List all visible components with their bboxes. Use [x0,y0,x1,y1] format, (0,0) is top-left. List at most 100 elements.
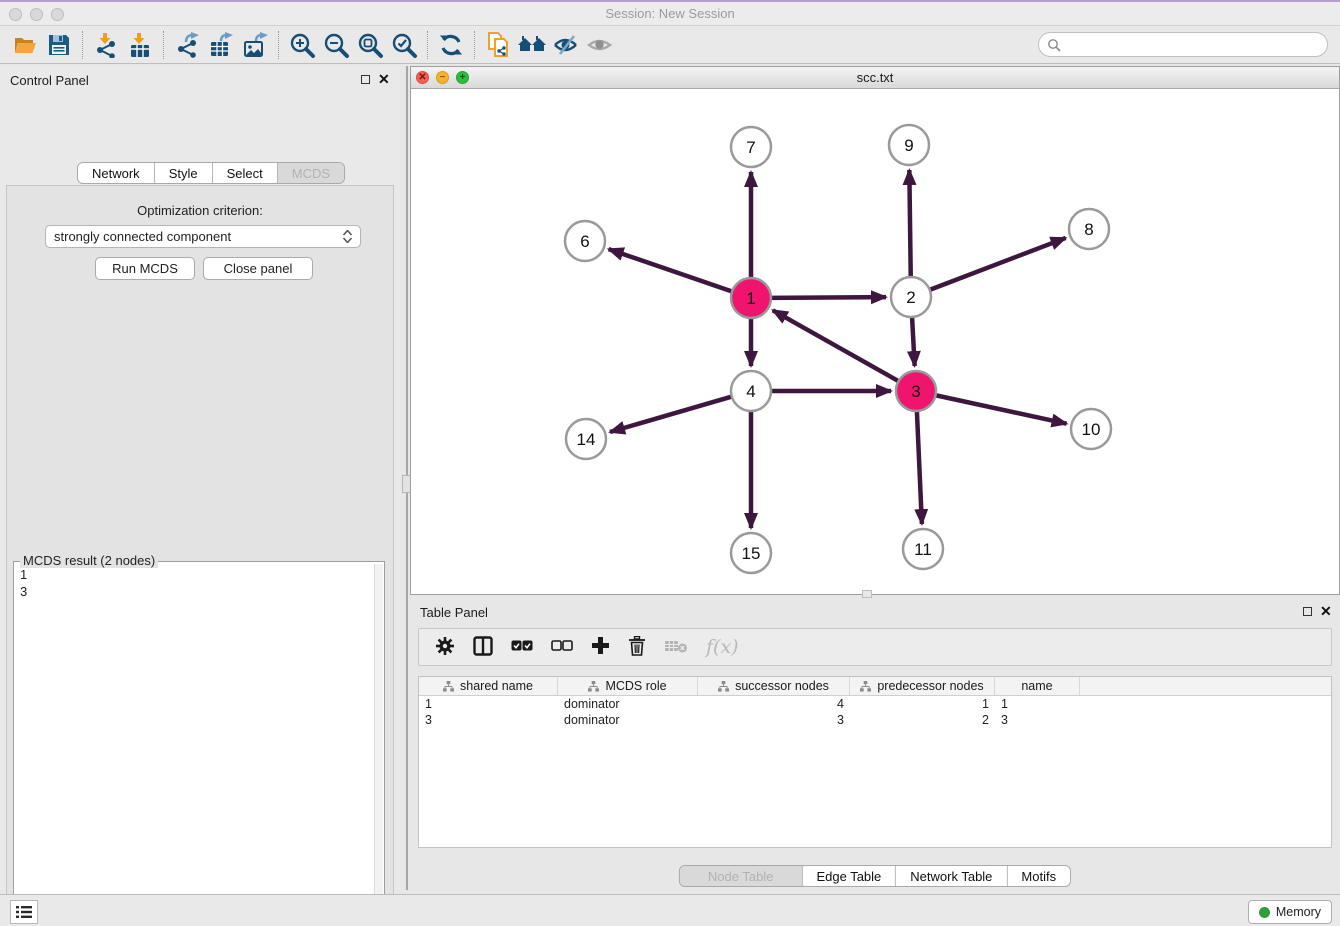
export-network-button[interactable] [170,30,204,60]
zoom-fit-button[interactable] [353,30,387,60]
cell-successor-nodes[interactable]: 3 [698,712,850,728]
graph-node-3[interactable]: 3 [896,371,936,411]
run-mcds-button[interactable]: Run MCDS [95,257,195,280]
horizontal-divider-handle[interactable] [862,590,872,598]
graph-edge-2-9[interactable] [909,170,910,277]
tab-node-table[interactable]: Node Table [680,866,803,886]
search-input[interactable] [1066,37,1327,52]
cell-predecessor-nodes[interactable]: 2 [850,712,995,728]
memory-button[interactable]: Memory [1248,900,1332,924]
zoom-selected-button[interactable] [387,30,421,60]
import-table-button[interactable] [123,30,157,60]
open-session-button[interactable] [8,30,42,60]
graph-node-10[interactable]: 10 [1071,409,1111,449]
result-scrollbar[interactable] [374,564,383,926]
trash-icon [628,636,646,656]
graph-edge-3-10[interactable] [936,395,1067,423]
cell-name[interactable]: 3 [995,712,1080,728]
tab-select[interactable]: Select [213,163,278,183]
node-table[interactable]: shared name MCDS role successor nodes pr… [418,676,1332,848]
column-header-mcds-role[interactable]: MCDS role [558,677,698,695]
graph-node-7[interactable]: 7 [731,127,771,167]
network-graph-canvas[interactable]: 7 9 6 8 1 2 4 3 14 10 15 11 [411,89,1339,594]
tab-edge-table[interactable]: Edge Table [802,866,896,886]
import-network-button[interactable] [89,30,123,60]
hide-selected-button[interactable] [549,30,583,60]
toolbar-separator [427,31,428,59]
refresh-icon [438,32,464,58]
table-row[interactable]: 3 dominator 3 2 3 [419,712,1331,728]
cell-mcds-role[interactable]: dominator [558,696,698,712]
graph-node-9[interactable]: 9 [889,125,929,165]
graph-node-6[interactable]: 6 [565,221,605,261]
float-table-panel-icon[interactable] [1303,607,1312,616]
column-header-shared-name[interactable]: shared name [419,677,558,695]
column-header-predecessor-nodes[interactable]: predecessor nodes [850,677,995,695]
list-icon [16,905,32,919]
zoom-in-icon [288,31,316,59]
delete-column-button[interactable] [628,636,646,659]
toolbar-separator [278,31,279,59]
close-panel-icon[interactable]: ✕ [378,71,390,88]
graph-edge-2-8[interactable] [930,238,1066,290]
graph-node-14[interactable]: 14 [566,419,606,459]
show-all-button[interactable] [583,30,617,60]
criterion-select[interactable]: strongly connected component [45,225,361,248]
graph-node-15[interactable]: 15 [731,533,771,573]
tab-motifs[interactable]: Motifs [1007,866,1070,886]
first-neighbors-button[interactable] [515,30,549,60]
hierarchy-icon [718,681,729,692]
column-header-name[interactable]: name [995,677,1080,695]
float-panel-icon[interactable] [361,75,370,84]
graph-edge-3-1[interactable] [773,310,899,381]
export-image-button[interactable] [238,30,272,60]
result-line: 1 [20,566,366,583]
graph-node-2[interactable]: 2 [891,277,931,317]
zoom-out-button[interactable] [319,30,353,60]
svg-text:3: 3 [911,382,920,401]
tab-network-table[interactable]: Network Table [896,866,1007,886]
search-icon [1047,38,1061,52]
tab-style[interactable]: Style [155,163,213,183]
apply-layout-button[interactable] [434,30,468,60]
svg-text:7: 7 [746,138,755,157]
cell-mcds-role[interactable]: dominator [558,712,698,728]
tab-mcds[interactable]: MCDS [278,163,344,183]
show-columns-button[interactable] [473,636,493,659]
graph-edge-1-6[interactable] [609,249,732,291]
function-builder-button[interactable]: f(x) [706,636,739,658]
graph-node-11[interactable]: 11 [903,529,943,569]
column-header-successor-nodes[interactable]: successor nodes [698,677,850,695]
table-panel: Table Panel ✕ [410,598,1340,890]
table-row[interactable]: 1 dominator 4 1 1 [419,696,1331,712]
graph-edge-3-11[interactable] [917,411,922,524]
graph-node-4[interactable]: 4 [731,371,771,411]
tab-network[interactable]: Network [78,163,155,183]
mcds-result-list[interactable]: 1 3 [14,565,372,926]
zoom-in-button[interactable] [285,30,319,60]
search-box[interactable] [1038,32,1328,57]
save-session-button[interactable] [42,30,76,60]
graph-edge-1-2[interactable] [771,297,886,298]
cell-predecessor-nodes[interactable]: 1 [850,696,995,712]
cell-name[interactable]: 1 [995,696,1080,712]
task-history-button[interactable] [10,900,38,924]
deselect-all-columns-button[interactable] [551,640,573,655]
new-network-from-selection-button[interactable] [481,30,515,60]
graph-edge-4-14[interactable] [610,397,732,432]
add-column-button[interactable] [591,636,610,658]
graph-edge-2-3[interactable] [912,317,915,366]
cell-shared-name[interactable]: 3 [419,712,558,728]
select-all-columns-button[interactable] [511,640,533,655]
export-table-button[interactable] [204,30,238,60]
close-table-panel-icon[interactable]: ✕ [1320,603,1332,620]
graph-node-1[interactable]: 1 [731,278,771,318]
close-panel-button[interactable]: Close panel [203,257,313,280]
cell-shared-name[interactable]: 1 [419,696,558,712]
table-settings-button[interactable] [435,636,455,659]
window-title: Session: New Session [0,6,1340,21]
network-window-titlebar[interactable]: ✕ − + scc.txt [411,67,1339,89]
delete-table-button[interactable] [664,638,688,657]
cell-successor-nodes[interactable]: 4 [698,696,850,712]
graph-node-8[interactable]: 8 [1069,209,1109,249]
